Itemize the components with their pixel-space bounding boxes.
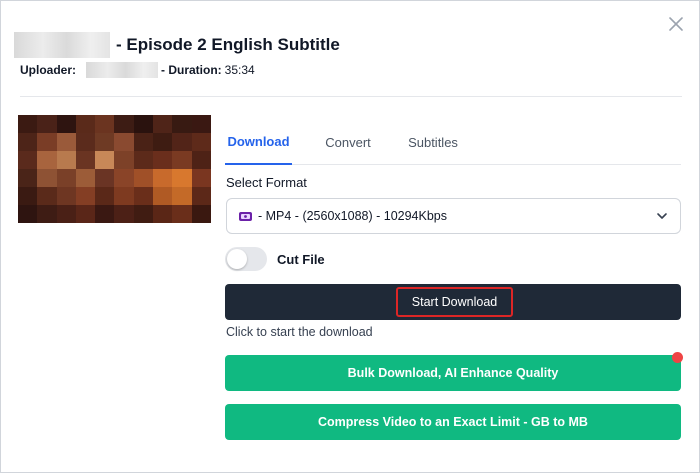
redacted-title-block	[14, 32, 110, 58]
toggle-knob	[227, 249, 247, 269]
video-meta: Uploader: - Duration: 35:34	[20, 62, 255, 78]
redacted-uploader-block	[86, 62, 159, 78]
thumbnail-mosaic-cell	[153, 133, 173, 151]
thumbnail-mosaic-cell	[95, 169, 115, 187]
thumbnail-mosaic-cell	[75, 205, 96, 223]
start-download-button[interactable]: Start Download	[225, 284, 681, 320]
thumbnail-mosaic-cell	[153, 187, 173, 205]
thumbnail-mosaic-cell	[75, 115, 96, 133]
video-thumbnail	[18, 115, 211, 223]
title-text: - Episode 2 English Subtitle	[116, 35, 340, 54]
thumbnail-mosaic-cell	[37, 115, 57, 133]
thumbnail-mosaic-cell	[191, 205, 211, 223]
thumbnail-mosaic-cell	[191, 133, 211, 151]
thumbnail-mosaic-cell	[172, 205, 192, 223]
tab-subtitles[interactable]: Subtitles	[400, 119, 466, 165]
thumbnail-mosaic-cell	[56, 187, 76, 205]
cut-file-toggle[interactable]	[225, 247, 267, 271]
header-divider	[20, 96, 682, 97]
format-select[interactable]: - MP4 - (2560x1088) - 10294Kbps	[226, 198, 681, 234]
video-title: - Episode 2 English Subtitle	[14, 31, 340, 59]
thumbnail-mosaic-cell	[75, 151, 96, 169]
compress-video-button[interactable]: Compress Video to an Exact Limit - GB to…	[225, 404, 681, 440]
chevron-down-icon	[657, 213, 667, 219]
close-button[interactable]	[665, 13, 687, 35]
thumbnail-mosaic-cell	[37, 187, 57, 205]
thumbnail-mosaic-cell	[114, 133, 134, 151]
thumbnail-mosaic-cell	[153, 205, 173, 223]
thumbnail-mosaic-cell	[172, 151, 192, 169]
thumbnail-mosaic-cell	[18, 187, 38, 205]
thumbnail-mosaic-cell	[114, 115, 134, 133]
duration-value: 35:34	[224, 63, 255, 77]
format-select-value: - MP4 - (2560x1088) - 10294Kbps	[258, 209, 447, 223]
thumbnail-mosaic-cell	[172, 115, 192, 133]
thumbnail-mosaic-cell	[95, 205, 115, 223]
thumbnail-mosaic-cell	[114, 151, 134, 169]
download-dialog: - Episode 2 English Subtitle Uploader: -…	[0, 0, 700, 473]
thumbnail-mosaic-cell	[191, 151, 211, 169]
thumbnail-mosaic-cell	[56, 169, 76, 187]
thumbnail-mosaic-cell	[37, 133, 57, 151]
thumbnail-mosaic-cell	[95, 133, 115, 151]
tab-download[interactable]: Download	[225, 119, 292, 165]
thumbnail-mosaic-cell	[95, 115, 115, 133]
film-icon	[239, 211, 252, 221]
bulk-download-button[interactable]: Bulk Download, AI Enhance Quality	[225, 355, 681, 391]
thumbnail-mosaic-cell	[37, 151, 57, 169]
thumbnail-mosaic-cell	[37, 169, 57, 187]
thumbnail-mosaic-cell	[114, 205, 134, 223]
thumbnail-mosaic-cell	[133, 151, 154, 169]
thumbnail-mosaic-cell	[191, 115, 211, 133]
thumbnail-mosaic-cell	[56, 133, 76, 151]
close-icon	[669, 17, 683, 31]
thumbnail-mosaic-cell	[191, 187, 211, 205]
thumbnail-mosaic-cell	[114, 187, 134, 205]
thumbnail-mosaic-cell	[75, 133, 96, 151]
tab-convert[interactable]: Convert	[313, 119, 383, 165]
thumbnail-mosaic-cell	[133, 133, 154, 151]
thumbnail-mosaic-cell	[133, 187, 154, 205]
thumbnail-mosaic-cell	[56, 151, 76, 169]
thumbnail-mosaic-cell	[153, 115, 173, 133]
thumbnail-mosaic-cell	[18, 115, 38, 133]
download-hint: Click to start the download	[226, 325, 373, 339]
thumbnail-mosaic-cell	[172, 187, 192, 205]
thumbnail-mosaic-cell	[18, 151, 38, 169]
thumbnail-mosaic-cell	[56, 205, 76, 223]
thumbnail-mosaic-cell	[172, 133, 192, 151]
thumbnail-mosaic-cell	[191, 169, 211, 187]
select-format-label: Select Format	[226, 175, 307, 190]
thumbnail-mosaic-cell	[75, 187, 96, 205]
thumbnail-mosaic-cell	[95, 151, 115, 169]
tab-bar: Download Convert Subtitles	[225, 119, 681, 165]
thumbnail-mosaic-cell	[18, 133, 38, 151]
notification-dot	[672, 352, 683, 363]
thumbnail-mosaic-cell	[18, 169, 38, 187]
thumbnail-mosaic-cell	[133, 115, 154, 133]
uploader-label: Uploader:	[20, 63, 77, 77]
thumbnail-mosaic-cell	[133, 169, 154, 187]
thumbnail-mosaic-cell	[18, 205, 38, 223]
duration-label: - Duration:	[161, 63, 222, 77]
cut-file-label: Cut File	[277, 252, 325, 267]
thumbnail-mosaic-cell	[114, 169, 134, 187]
thumbnail-mosaic-cell	[95, 187, 115, 205]
thumbnail-mosaic-cell	[56, 115, 76, 133]
thumbnail-mosaic-cell	[172, 169, 192, 187]
thumbnail-mosaic-cell	[37, 205, 57, 223]
thumbnail-mosaic-cell	[75, 169, 96, 187]
thumbnail-mosaic-cell	[153, 151, 173, 169]
thumbnail-mosaic-cell	[133, 205, 154, 223]
thumbnail-mosaic-cell	[153, 169, 173, 187]
start-download-label: Start Download	[396, 287, 513, 317]
